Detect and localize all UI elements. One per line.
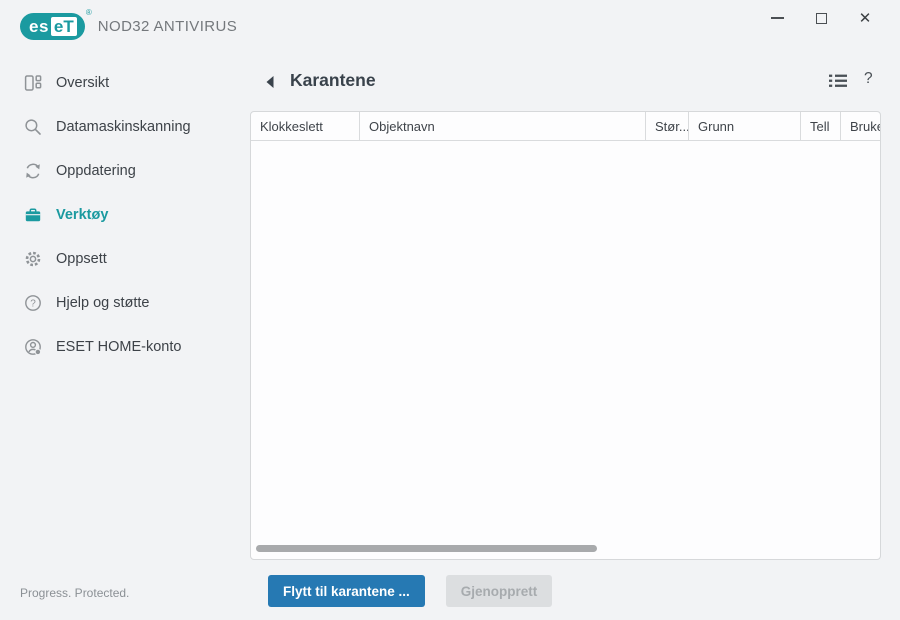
help-button[interactable]: ?	[864, 70, 873, 88]
svg-text:?: ?	[30, 299, 36, 310]
gear-icon	[25, 251, 41, 267]
sidebar-item-oversikt[interactable]: Oversikt	[0, 61, 250, 105]
dashboard-icon	[24, 75, 42, 91]
help-circle-icon: ?	[25, 295, 41, 311]
sidebar-item-oppsett[interactable]: Oppsett	[0, 237, 250, 281]
maximize-button[interactable]	[814, 11, 828, 25]
sidebar-item-label: Hjelp og støtte	[56, 295, 150, 311]
sidebar: Oversikt Datamaskinskanning Oppdatering …	[0, 61, 250, 369]
column-header-bruker[interactable]: Bruker	[841, 112, 880, 140]
column-header-tell[interactable]: Tell	[801, 112, 841, 140]
column-header-objektnavn[interactable]: Objektnavn	[360, 112, 646, 140]
window-controls: ✕	[770, 9, 872, 27]
sidebar-item-oppdatering[interactable]: Oppdatering	[0, 149, 250, 193]
eset-logo-left: es	[29, 16, 49, 36]
table-header-row: Klokkeslett Objektnavn Stør... Grunn Tel…	[251, 112, 880, 141]
column-header-grunn[interactable]: Grunn	[689, 112, 801, 140]
sidebar-item-eset-home-konto[interactable]: ESET HOME-konto	[0, 325, 250, 369]
column-header-storrelse[interactable]: Stør...	[646, 112, 689, 140]
eset-logo-right: eT	[50, 16, 77, 36]
column-header-klokkeslett[interactable]: Klokkeslett	[251, 112, 360, 140]
page-title: Karantene	[290, 70, 376, 90]
question-mark-icon: ?	[864, 70, 873, 87]
eset-logo: es eT ®	[20, 8, 92, 40]
account-icon	[25, 339, 42, 356]
quarantine-table: Klokkeslett Objektnavn Stør... Grunn Tel…	[250, 111, 881, 560]
refresh-icon	[26, 163, 40, 179]
minimize-button[interactable]	[770, 11, 784, 25]
close-icon: ✕	[858, 9, 872, 27]
back-button[interactable]	[265, 75, 275, 89]
sidebar-item-label: Oppdatering	[56, 163, 136, 179]
table-body-empty	[251, 141, 880, 559]
search-icon	[25, 119, 41, 135]
horizontal-scrollbar-thumb[interactable]	[256, 545, 597, 552]
list-view-button[interactable]	[828, 72, 850, 90]
sidebar-item-label: Verktøy	[56, 207, 109, 223]
restore-button: Gjenopprett	[445, 575, 553, 607]
list-icon	[829, 74, 847, 87]
briefcase-icon	[25, 208, 41, 222]
status-slogan: Progress. Protected.	[20, 586, 130, 600]
sidebar-item-label: Datamaskinskanning	[56, 119, 191, 135]
registered-mark: ®	[85, 7, 92, 17]
move-to-quarantine-button[interactable]: Flytt til karantene ...	[268, 575, 425, 607]
action-bar: Flytt til karantene ... Gjenopprett	[268, 575, 553, 607]
product-title: NOD32 ANTIVIRUS	[97, 17, 238, 35]
sidebar-item-label: Oversikt	[56, 75, 110, 91]
sidebar-item-label: ESET HOME-konto	[56, 339, 182, 355]
sidebar-item-label: Oppsett	[56, 251, 107, 267]
back-arrow-icon	[266, 76, 274, 88]
sidebar-item-datamaskinskanning[interactable]: Datamaskinskanning	[0, 105, 250, 149]
close-button[interactable]: ✕	[858, 9, 872, 27]
titlebar: es eT ® NOD32 ANTIVIRUS	[0, 0, 900, 52]
minimize-icon	[770, 17, 784, 19]
sidebar-item-verktoy[interactable]: Verktøy	[0, 193, 250, 237]
maximize-icon	[815, 12, 827, 24]
sidebar-item-hjelp[interactable]: ? Hjelp og støtte	[0, 281, 250, 325]
